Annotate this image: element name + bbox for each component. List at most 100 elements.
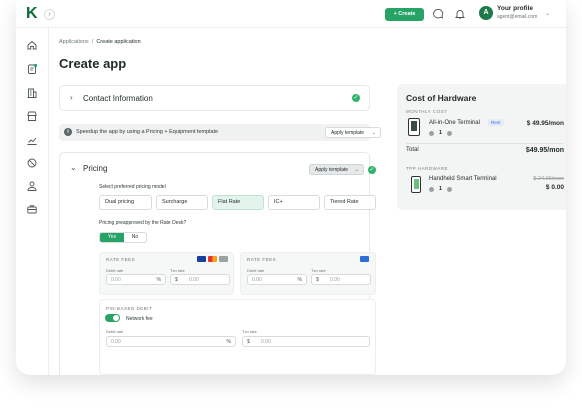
home-icon[interactable] [26, 39, 38, 51]
preapproved-yes[interactable]: Yes [100, 233, 124, 242]
debit-rate-value: 0.00 [252, 277, 262, 283]
txn-rate-input[interactable]: $ 0.00 [311, 274, 371, 285]
bell-icon[interactable] [454, 8, 466, 20]
monthly-cost-caption: MONTHLY COST [406, 109, 448, 114]
network-fee-toggle[interactable] [105, 314, 120, 322]
sidebar [16, 28, 49, 375]
terminal-image [408, 118, 420, 136]
rate-fees-title: RATE FEES [106, 257, 136, 262]
pin-debit-box: PIN-BASED DEBIT Network fee Debit rate T… [99, 299, 376, 375]
txn-rate-input[interactable]: $ 0.00 [170, 274, 230, 285]
plus-icon[interactable] [447, 131, 452, 136]
pricing-title[interactable]: Pricing [83, 164, 107, 173]
debit-rate-value: 0.00 [111, 277, 121, 283]
pricing-option-dual[interactable]: Dual pricing [99, 195, 152, 210]
store-icon[interactable] [26, 110, 38, 122]
chat-icon[interactable] [432, 8, 444, 20]
avatar[interactable]: A [479, 6, 493, 20]
chevron-down-icon: ⌄ [371, 130, 376, 136]
pricing-apply-template-label: Apply template [315, 167, 349, 173]
contact-title[interactable]: Contact Information [83, 94, 153, 103]
rate-fees-box-2: RATE FEES Debit rate Txn rate 0.00 % $ 0… [240, 252, 376, 295]
apply-template-button[interactable]: Apply template ⌄ [325, 127, 381, 138]
total-value: $49.95/mon [525, 147, 564, 154]
txn-rate-value: 0.00 [330, 277, 340, 283]
pin-debit-title: PIN-BASED DEBIT [106, 306, 153, 311]
info-icon: i [64, 128, 72, 136]
item2-name: Handheld Smart Terminal [429, 176, 497, 182]
tpp-caption: TPP HARDWARE [406, 166, 449, 171]
handheld-screen [413, 179, 419, 189]
debit-rate-label: Debit rate [247, 268, 265, 273]
txn-rate-value: 0.00 [261, 339, 271, 345]
check-icon: ✓ [352, 94, 360, 102]
txn-rate-value: 0.00 [189, 277, 199, 283]
logo[interactable]: K [26, 6, 40, 22]
handheld-image [411, 176, 421, 193]
profile-name[interactable]: Your profile [497, 5, 533, 12]
txn-rate-label: Txn rate [242, 329, 257, 334]
chart-icon[interactable] [26, 134, 38, 146]
pin-debit-rate-input[interactable]: 0.00 % [106, 336, 236, 347]
debit-rate-input[interactable]: 0.00 % [106, 274, 166, 285]
chevron-right-icon[interactable]: › [70, 93, 73, 102]
briefcase-icon[interactable] [26, 203, 38, 215]
item1-price: $ 49.95/mon [526, 120, 564, 127]
hardware-title: Cost of Hardware [406, 93, 477, 103]
dollar-prefix: $ [316, 277, 319, 283]
template-banner: i Speedup the app by using a Pricing + E… [59, 124, 381, 141]
breadcrumb-current: Create application [96, 39, 141, 45]
visa-icon [197, 256, 206, 262]
debit-rate-label: Debit rate [106, 268, 124, 273]
rate-fees-title: RATE FEES [247, 257, 277, 262]
pricing-model-label: Select preferred pricing model [99, 184, 166, 190]
debit-rate-value: 0.00 [111, 339, 121, 345]
debit-rate-input[interactable]: 0.00 % [247, 274, 307, 285]
divider [406, 143, 563, 144]
create-button[interactable]: + Create [385, 8, 424, 21]
txn-rate-label: Txn rate [311, 268, 326, 273]
pricing-apply-template-button[interactable]: Apply template ⌄ [309, 164, 364, 175]
check-icon: ✓ [368, 166, 376, 174]
pricing-option-surcharge[interactable]: Surcharge [156, 195, 208, 210]
pin-txn-rate-input[interactable]: $ 0.00 [242, 336, 370, 347]
total-label: Total [406, 147, 419, 153]
apply-template-label: Apply template [331, 130, 365, 136]
item2-old-price: $ 24.95/mon [533, 176, 564, 182]
preapproved-toggle: Yes No [99, 232, 147, 243]
chevron-down-icon[interactable]: ⌄ [545, 10, 550, 17]
rate-fees-box: RATE FEES Debit rate Txn rate 0.00 % $ 0… [99, 252, 234, 295]
plus-icon[interactable] [447, 187, 452, 192]
minus-icon[interactable] [429, 131, 434, 136]
contact-section[interactable]: › Contact Information ✓ [59, 85, 370, 111]
top-bar: K › + Create A Your profile agent@email.… [16, 0, 566, 28]
block-icon[interactable] [26, 157, 38, 169]
toggle-knob [113, 315, 119, 321]
collapse-sidebar-button[interactable]: › [44, 9, 55, 20]
pricing-option-flat-rate[interactable]: Flat Rate [212, 195, 264, 210]
breadcrumb-parent[interactable]: Applications [59, 39, 89, 45]
dollar-prefix: $ [247, 339, 250, 345]
txn-rate-label: Txn rate [170, 268, 185, 273]
banner-text: Speedup the app by using a Pricing + Equ… [76, 129, 219, 135]
item2-qty: 1 [439, 186, 443, 192]
user-icon[interactable] [26, 180, 38, 192]
app-window: K › + Create A Your profile agent@email.… [16, 0, 566, 375]
preapproved-no[interactable]: No [124, 233, 146, 242]
building-icon[interactable] [26, 87, 38, 99]
pricing-option-tiered[interactable]: Tiered Rate [324, 195, 376, 210]
applications-icon[interactable] [26, 63, 38, 75]
network-fee-label: Network fee [126, 316, 153, 322]
minus-icon[interactable] [429, 187, 434, 192]
card-network-icon [219, 256, 228, 262]
percent-suffix: % [297, 277, 302, 283]
pricing-option-ic-plus[interactable]: IC+ [268, 195, 320, 210]
profile-email: agent@email.com [497, 14, 538, 20]
debit-rate-label: Debit rate [106, 329, 124, 334]
item2-price: $ 0.00 [545, 184, 564, 191]
chevron-down-icon: ⌄ [354, 167, 359, 173]
rent-badge: Rent [488, 119, 504, 126]
dollar-prefix: $ [175, 277, 178, 283]
item1-qty: 1 [439, 130, 443, 136]
chevron-down-icon[interactable]: ⌄ [70, 163, 77, 172]
